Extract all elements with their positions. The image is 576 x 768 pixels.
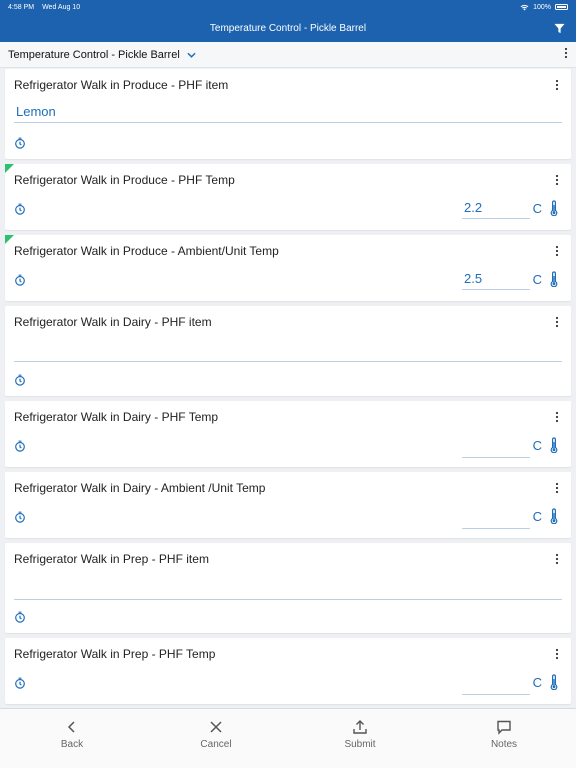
checklist-card: Refrigerator Walk in Dairy - PHF Temp C [5,401,571,467]
completed-flag [5,235,14,244]
timer-icon[interactable] [14,373,26,386]
timer-icon[interactable] [14,610,26,623]
status-date: Wed Aug 10 [42,3,81,11]
header-more-icon[interactable] [564,46,568,64]
card-title: Refrigerator Walk in Prep - PHF Temp [14,647,216,661]
back-button[interactable]: Back [0,709,144,768]
checklist-selector[interactable]: Temperature Control - Pickle Barrel [0,42,576,68]
temperature-input[interactable] [462,436,530,458]
checklist-card: Refrigerator Walk in Prep - PHF item [5,543,571,633]
page-title: Temperature Control - Pickle Barrel [209,22,367,34]
card-title: Refrigerator Walk in Produce - PHF Temp [14,173,235,187]
card-title: Refrigerator Walk in Produce - PHF item [14,78,229,92]
notes-label: Notes [490,739,518,750]
timer-icon[interactable] [14,202,26,215]
timer-icon[interactable] [14,273,26,286]
unit-label: C [532,438,542,453]
more-icon[interactable] [555,647,561,660]
checklist-card: Refrigerator Walk in Dairy - PHF item [5,306,571,396]
item-input[interactable] [14,101,562,123]
cancel-label: Cancel [200,739,232,750]
more-icon[interactable] [555,173,561,186]
battery-icon [555,4,568,10]
filter-icon [553,23,565,33]
upload-icon [353,720,367,734]
more-icon[interactable] [555,552,561,565]
checklist-card: Refrigerator Walk in Produce - PHF Temp … [5,164,571,230]
more-icon[interactable] [555,410,561,423]
status-right: 100% [520,4,568,11]
more-icon[interactable] [555,244,561,257]
temperature-input[interactable] [462,197,530,219]
cancel-button[interactable]: Cancel [144,709,288,768]
temperature-input[interactable] [462,268,530,290]
back-icon [67,721,75,733]
navbar: Temperature Control - Pickle Barrel [0,14,576,42]
submit-button[interactable]: Submit [288,709,432,768]
more-icon[interactable] [555,315,561,328]
checklist-card: Refrigerator Walk in Prep - PHF Temp C [5,638,571,704]
checklist-card: Refrigerator Walk in Produce - PHF item [5,69,571,159]
chevron-down-icon[interactable] [186,49,198,61]
temperature-input[interactable] [462,507,530,529]
checklist-name: Temperature Control - Pickle Barrel [8,48,180,61]
notes-icon [497,720,511,735]
card-title: Refrigerator Walk in Produce - Ambient/U… [14,244,279,258]
unit-label: C [532,272,542,287]
battery-percent: 100% [533,3,551,11]
card-title: Refrigerator Walk in Dairy - PHF Temp [14,410,219,424]
timer-icon[interactable] [14,676,26,689]
unit-label: C [532,675,542,690]
filter-button[interactable] [552,21,566,35]
timer-icon[interactable] [14,136,26,149]
unit-label: C [532,509,542,524]
status-bar: 4:58 PM Wed Aug 10 100% [0,0,576,14]
wifi-icon [520,4,529,10]
more-icon[interactable] [555,78,561,91]
thermometer-icon[interactable] [550,200,558,217]
card-title: Refrigerator Walk in Prep - PHF item [14,552,209,566]
card-title: Refrigerator Walk in Dairy - PHF item [14,315,212,329]
submit-label: Submit [344,739,376,750]
completed-flag [5,164,14,173]
back-label: Back [60,739,84,750]
bottom-toolbar: Back Cancel Submit Notes [0,708,576,768]
timer-icon[interactable] [14,510,26,523]
thermometer-icon[interactable] [550,508,558,525]
notes-button[interactable]: Notes [432,709,576,768]
thermometer-icon[interactable] [550,271,558,288]
item-input[interactable] [14,340,562,362]
checklist-card: Refrigerator Walk in Dairy - Ambient /Un… [5,472,571,538]
close-icon [210,721,222,733]
status-time: 4:58 PM [8,3,35,11]
timer-icon[interactable] [14,439,26,452]
thermometer-icon[interactable] [550,674,558,691]
checklist-card: Refrigerator Walk in Produce - Ambient/U… [5,235,571,301]
card-title: Refrigerator Walk in Dairy - Ambient /Un… [14,481,266,495]
item-input[interactable] [14,578,562,600]
thermometer-icon[interactable] [550,437,558,454]
temperature-input[interactable] [462,673,530,695]
unit-label: C [532,201,542,216]
more-icon[interactable] [555,481,561,494]
